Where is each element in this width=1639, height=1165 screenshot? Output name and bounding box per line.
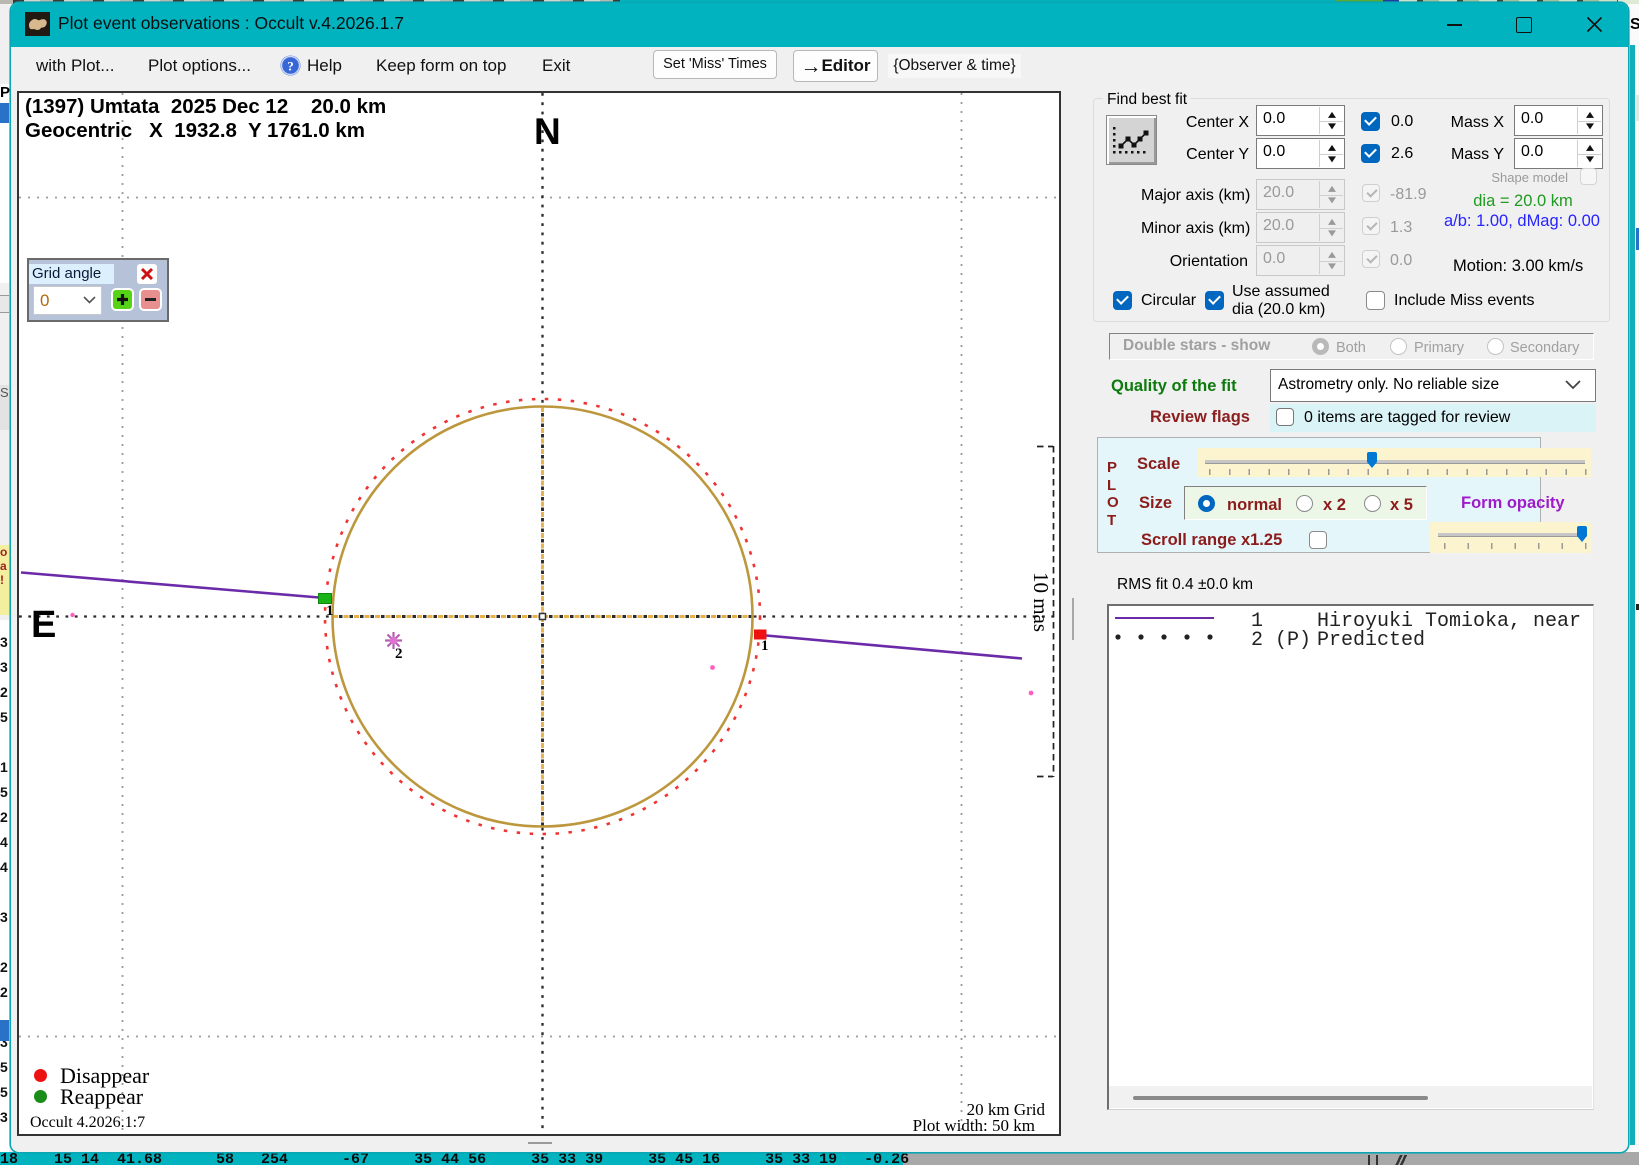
svg-text:1: 1 xyxy=(761,638,769,654)
svg-text:1: 1 xyxy=(326,603,334,619)
svg-text:10 mas: 10 mas xyxy=(1029,572,1053,632)
svg-text:?: ? xyxy=(287,59,294,74)
svg-text:2: 2 xyxy=(395,646,403,662)
